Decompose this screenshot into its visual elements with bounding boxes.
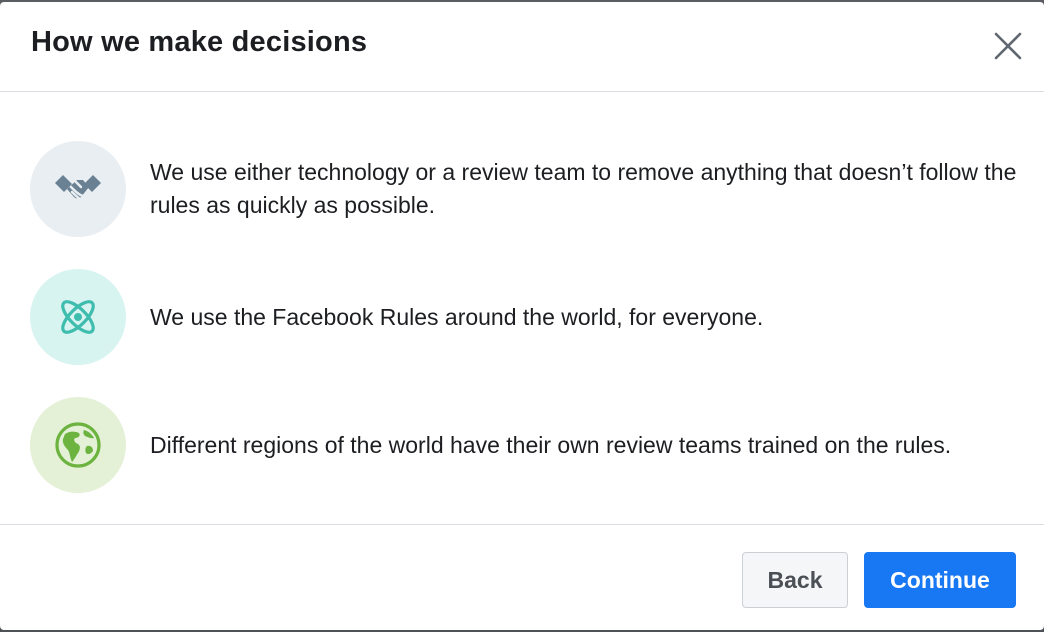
item-text: We use the Facebook Rules around the wor… xyxy=(150,304,764,330)
back-button[interactable]: Back xyxy=(742,552,848,608)
list-item: Different regions of the world have thei… xyxy=(0,397,1044,493)
icon-badge xyxy=(30,397,126,493)
icon-badge xyxy=(30,269,126,365)
handshake-icon xyxy=(55,175,101,201)
dialog-title: How we make decisions xyxy=(31,26,368,58)
globe-icon xyxy=(55,422,101,468)
item-text: We use either technology or a review tea… xyxy=(150,159,1017,218)
decisions-dialog: How we make decisions We use either tech… xyxy=(0,2,1044,630)
dialog-header: How we make decisions xyxy=(0,2,1044,92)
list-item: We use the Facebook Rules around the wor… xyxy=(0,269,1044,365)
icon-badge xyxy=(30,141,126,237)
item-text: Different regions of the world have thei… xyxy=(150,432,952,458)
atom-icon xyxy=(61,300,95,334)
dialog-footer: Back Continue xyxy=(0,524,1044,630)
list-item: We use either technology or a review tea… xyxy=(0,141,1044,237)
continue-button[interactable]: Continue xyxy=(864,552,1016,608)
close-button[interactable] xyxy=(990,28,1026,64)
close-icon xyxy=(994,32,1022,60)
dialog-body: We use either technology or a review tea… xyxy=(0,93,1044,525)
